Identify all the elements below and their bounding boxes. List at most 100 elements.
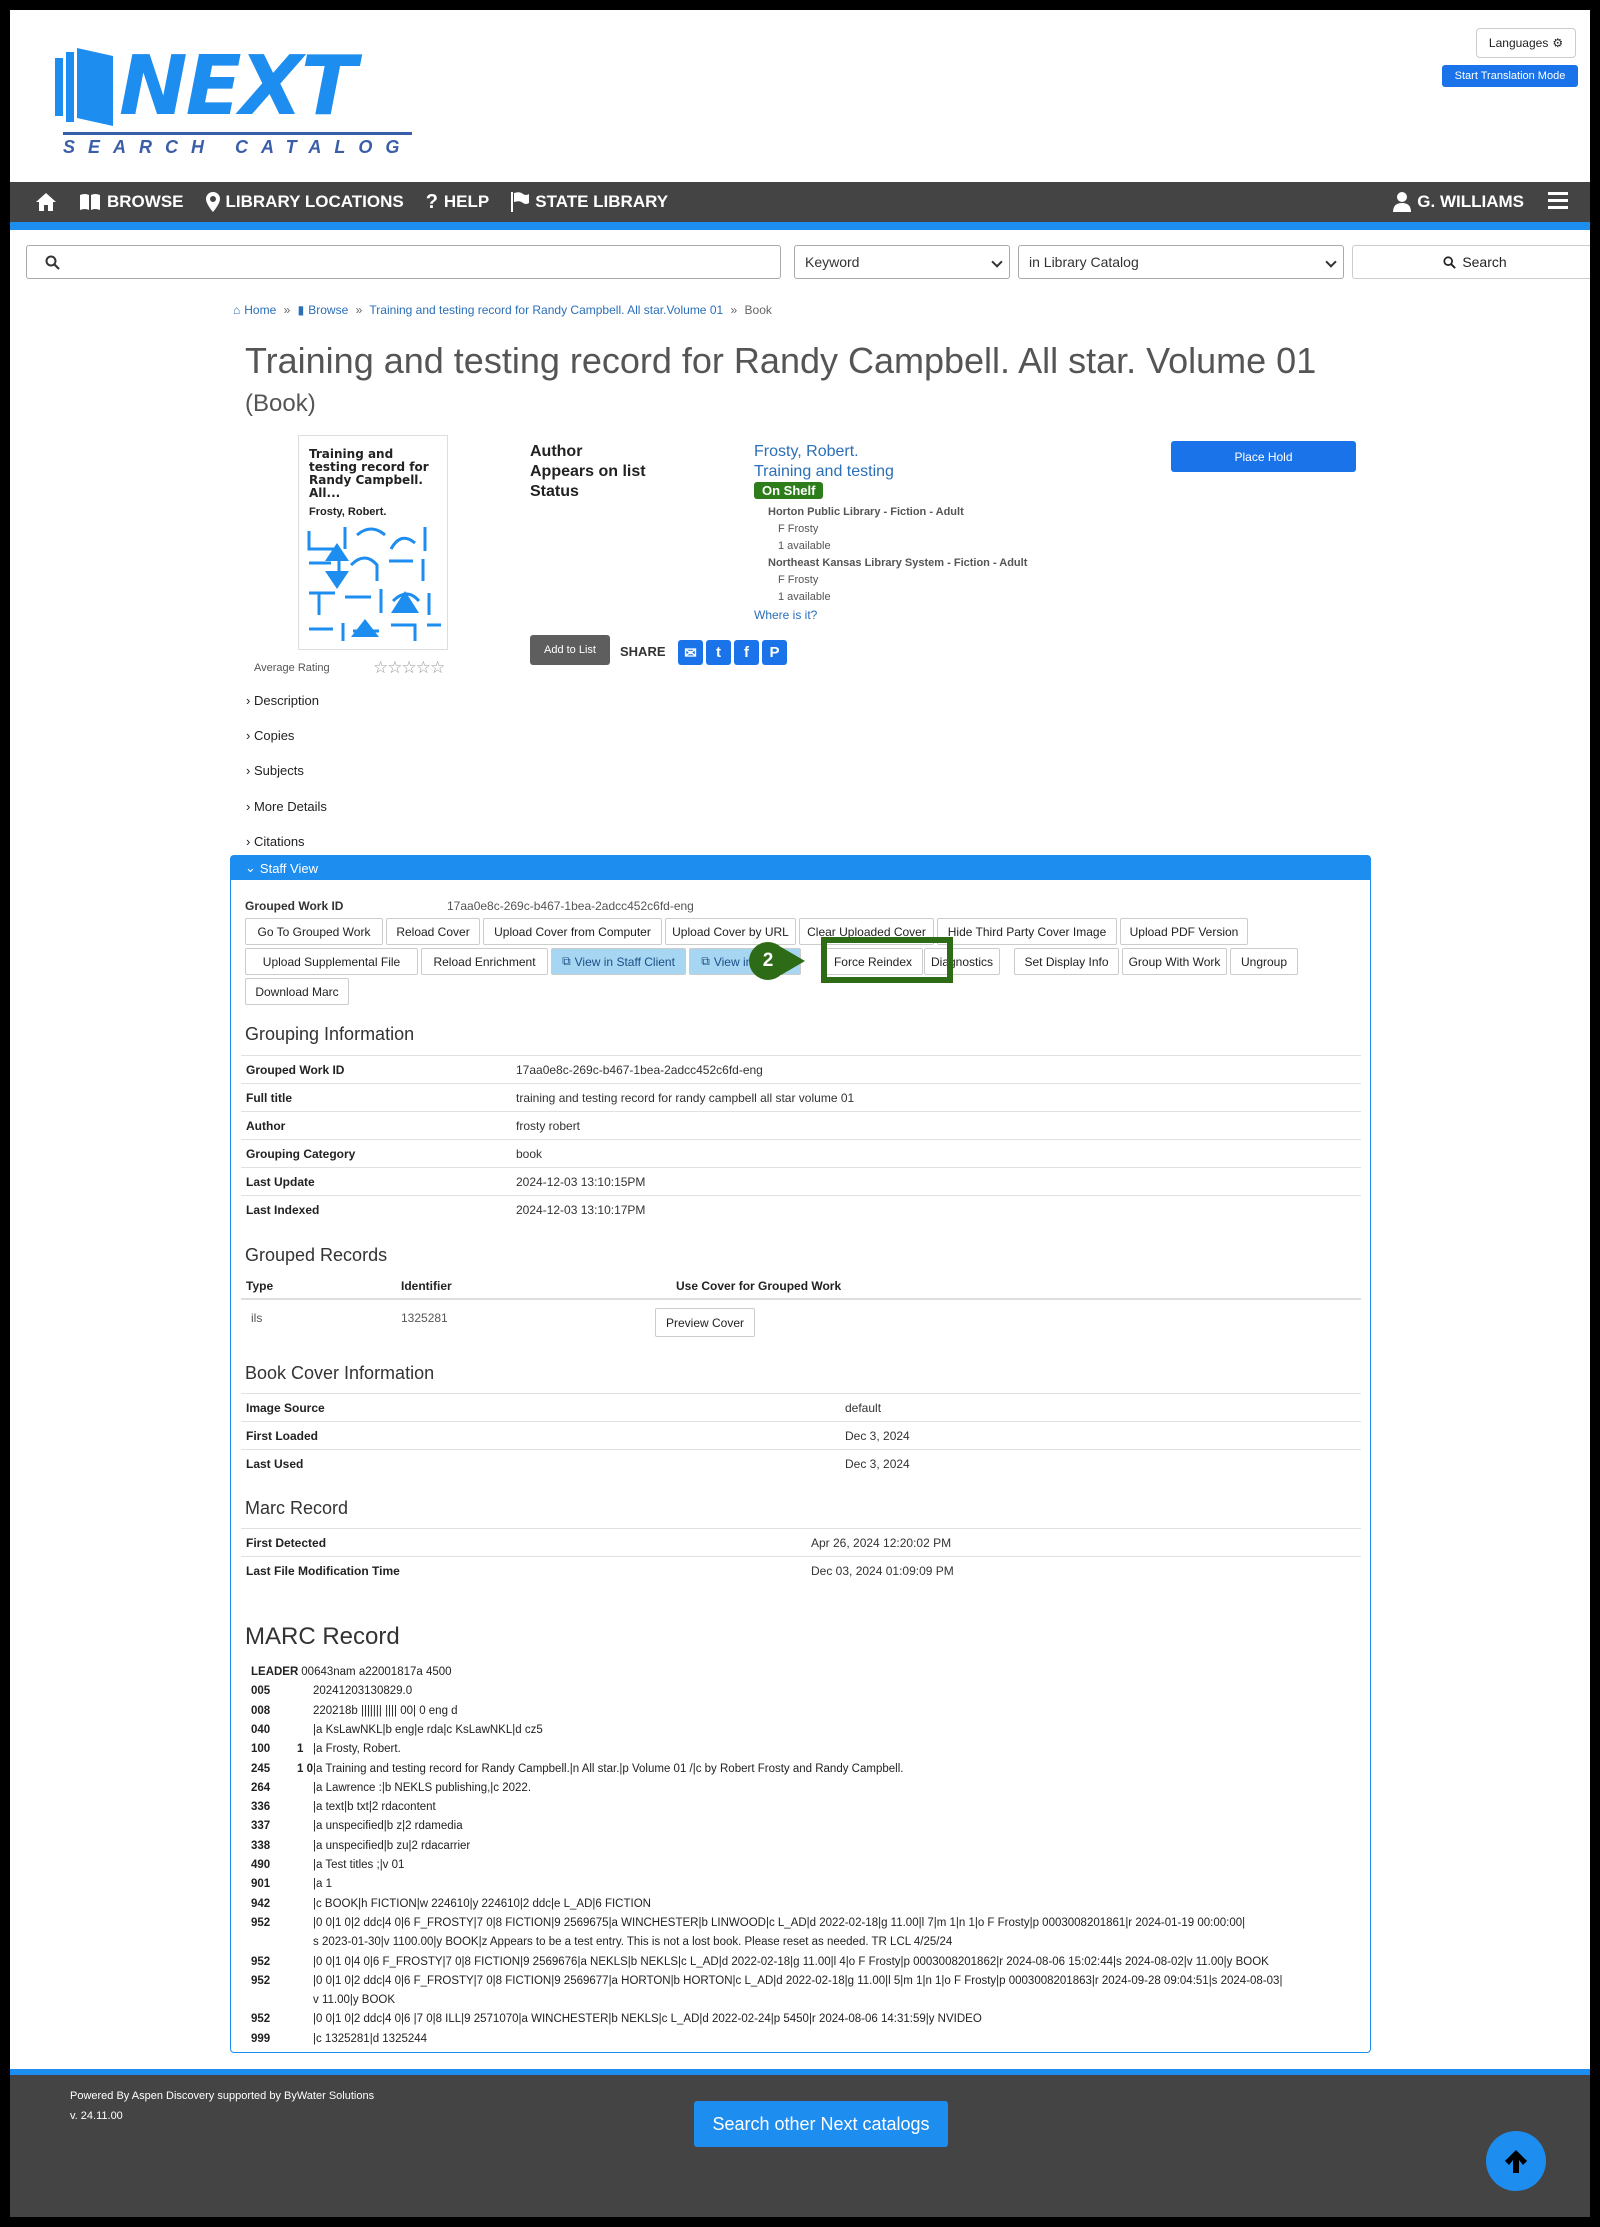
rating-stars[interactable]: ☆☆☆☆☆	[373, 658, 445, 678]
flag-icon	[511, 192, 530, 212]
reload-cover-button[interactable]: Reload Cover	[386, 918, 480, 945]
breadcrumb-record[interactable]: Training and testing record for Randy Ca…	[369, 303, 723, 317]
author-label: Author	[530, 443, 583, 460]
step-callout-badge: 2	[749, 942, 787, 980]
row-key: Grouping Category	[246, 1147, 356, 1161]
holding-availability: 1 available	[778, 591, 831, 603]
start-translation-button[interactable]: Start Translation Mode	[1442, 65, 1578, 87]
external-link-icon: ⧉	[562, 954, 571, 968]
hamburger-menu-icon[interactable]	[1548, 191, 1568, 214]
marc-indicators: 1 0	[297, 1762, 313, 1775]
marc-subfields: 220218b ||||||| |||| 00| 0 eng d	[313, 1704, 458, 1717]
breadcrumb-home[interactable]: Home	[244, 303, 276, 317]
nav-state-library-label: STATE LIBRARY	[535, 192, 669, 211]
view-in-staff-client-button[interactable]: ⧉ View in Staff Client	[551, 948, 686, 975]
external-link-icon: ⧉	[701, 954, 710, 968]
appears-on-list-label: Appears on list	[530, 463, 646, 480]
search-input[interactable]	[26, 245, 781, 279]
add-to-list-button[interactable]: Add to List	[530, 635, 610, 665]
row-key: Author	[246, 1119, 286, 1133]
marc-tag: 952	[251, 1974, 271, 1987]
marc-subfields: 00643nam a22001817a 4500	[301, 1666, 452, 1678]
languages-button[interactable]: Languages ⚙	[1476, 28, 1576, 58]
holding-call-number: F Frosty	[778, 574, 819, 586]
where-is-it-link[interactable]: Where is it?	[754, 608, 817, 622]
group-with-work-button[interactable]: Group With Work	[1122, 948, 1227, 975]
upload-pdf-button[interactable]: Upload PDF Version	[1120, 918, 1248, 945]
accordion-citations[interactable]: › Citations	[246, 834, 305, 849]
holding-availability: 1 available	[778, 540, 831, 552]
search-type-select[interactable]: Keyword	[794, 245, 1010, 279]
accordion-more-details[interactable]: › More Details	[246, 799, 327, 814]
preview-cover-button[interactable]: Preview Cover	[655, 1308, 755, 1337]
accordion-label: More Details	[253, 799, 327, 814]
pinterest-icon[interactable]: P	[762, 640, 787, 665]
row-key: Last Update	[246, 1175, 315, 1189]
accordion-description[interactable]: › Description	[246, 693, 319, 708]
facebook-icon[interactable]: f	[734, 640, 759, 665]
row-value: Apr 26, 2024 12:20:02 PM	[811, 1536, 952, 1550]
nav-help[interactable]: ? HELP	[426, 191, 490, 214]
nav-browse[interactable]: BROWSE	[79, 192, 184, 212]
nav-user-account[interactable]: G. WILLIAMS	[1393, 192, 1524, 212]
share-icons: ✉ t f P	[678, 640, 787, 665]
staff-view-panel: ⌄ Staff View Grouped Work ID 17aa0e8c-26…	[230, 855, 1371, 2053]
marc-field: 337 |a unspecified|b z|2 rdamedia	[251, 1820, 463, 1832]
force-reindex-highlight	[821, 937, 953, 983]
set-display-info-button[interactable]: Set Display Info	[1014, 948, 1119, 975]
nav-help-label: HELP	[443, 192, 490, 211]
accordion-copies[interactable]: › Copies	[246, 728, 294, 743]
email-icon[interactable]: ✉	[678, 640, 703, 665]
table-row: First Loaded Dec 3, 2024	[241, 1421, 1361, 1449]
author-link[interactable]: Frosty, Robert.	[754, 443, 859, 461]
row-value: training and testing record for randy ca…	[516, 1091, 855, 1105]
marc-field: 952 |0 0|1 0|2 ddc|4 0|6 |7 0|8 ILL|9 257…	[251, 2013, 982, 2025]
row-value: 2024-12-03 13:10:17PM	[516, 1203, 646, 1217]
marc-field: 901 |a 1	[251, 1878, 332, 1890]
accordion-label: Copies	[253, 728, 295, 743]
home-icon	[36, 193, 56, 211]
scroll-to-top-button[interactable]	[1486, 2131, 1546, 2191]
download-marc-button[interactable]: Download Marc	[245, 978, 349, 1005]
hide-third-party-cover-button[interactable]: Hide Third Party Cover Image	[937, 918, 1117, 945]
page-title: Training and testing record for Randy Ca…	[245, 340, 1317, 381]
reload-enrichment-button[interactable]: Reload Enrichment	[421, 948, 548, 975]
cover-author: Frosty, Robert.	[309, 506, 387, 518]
search-type-value: Keyword	[805, 254, 860, 270]
search-button[interactable]: Search	[1352, 245, 1590, 279]
staff-view-header[interactable]: ⌄ Staff View	[231, 856, 1370, 880]
row-value: 17aa0e8c-269c-b467-1bea-2adcc452c6fd-eng	[516, 1063, 763, 1077]
nav-home[interactable]	[35, 192, 57, 212]
accordion-subjects[interactable]: › Subjects	[246, 763, 304, 778]
marc-subfields: |c BOOK|h FICTION|w 224610|y 224610|2 dd…	[313, 1897, 651, 1910]
row-value: 2024-12-03 13:10:15PM	[516, 1175, 646, 1189]
search-scope-select[interactable]: in Library Catalog	[1018, 245, 1344, 279]
cover-title: Training and testing record for Randy Ca…	[309, 447, 429, 500]
row-key: Last Used	[246, 1457, 304, 1471]
list-link[interactable]: Training and testing	[754, 463, 894, 481]
twitter-icon[interactable]: t	[706, 640, 731, 665]
share-label: SHARE	[620, 644, 666, 659]
book-open-icon	[80, 194, 100, 210]
grouped-work-id-value: 17aa0e8c-269c-b467-1bea-2adcc452c6fd-eng	[447, 899, 694, 913]
breadcrumb-browse[interactable]: Browse	[308, 303, 348, 317]
upload-cover-url-button[interactable]: Upload Cover by URL	[665, 918, 796, 945]
search-other-catalogs-button[interactable]: Search other Next catalogs	[694, 2101, 948, 2147]
row-key: First Detected	[246, 1536, 327, 1550]
nav-state-library[interactable]: STATE LIBRARY	[511, 192, 668, 212]
marc-subfields: |c 1325281|d 1325244	[313, 2032, 428, 2045]
marc-field: 005 20241203130829.0	[251, 1685, 412, 1697]
ungroup-button[interactable]: Ungroup	[1230, 948, 1298, 975]
marc-tag: 942	[251, 1897, 271, 1910]
marc-tag: 040	[251, 1723, 271, 1736]
nav-library-locations[interactable]: LIBRARY LOCATIONS	[205, 192, 404, 212]
column-header-identifier: Identifier	[401, 1279, 452, 1293]
upload-supplemental-button[interactable]: Upload Supplemental File	[245, 948, 418, 975]
breadcrumb-current: Book	[744, 303, 772, 317]
column-header-use-cover: Use Cover for Grouped Work	[676, 1279, 842, 1293]
site-logo[interactable]: NEXT SEARCH CATALOG	[55, 46, 413, 157]
book-cover[interactable]: Training and testing record for Randy Ca…	[298, 435, 448, 650]
place-hold-button[interactable]: Place Hold	[1171, 441, 1356, 472]
go-to-grouped-work-button[interactable]: Go To Grouped Work	[245, 918, 383, 945]
upload-cover-computer-button[interactable]: Upload Cover from Computer	[483, 918, 662, 945]
